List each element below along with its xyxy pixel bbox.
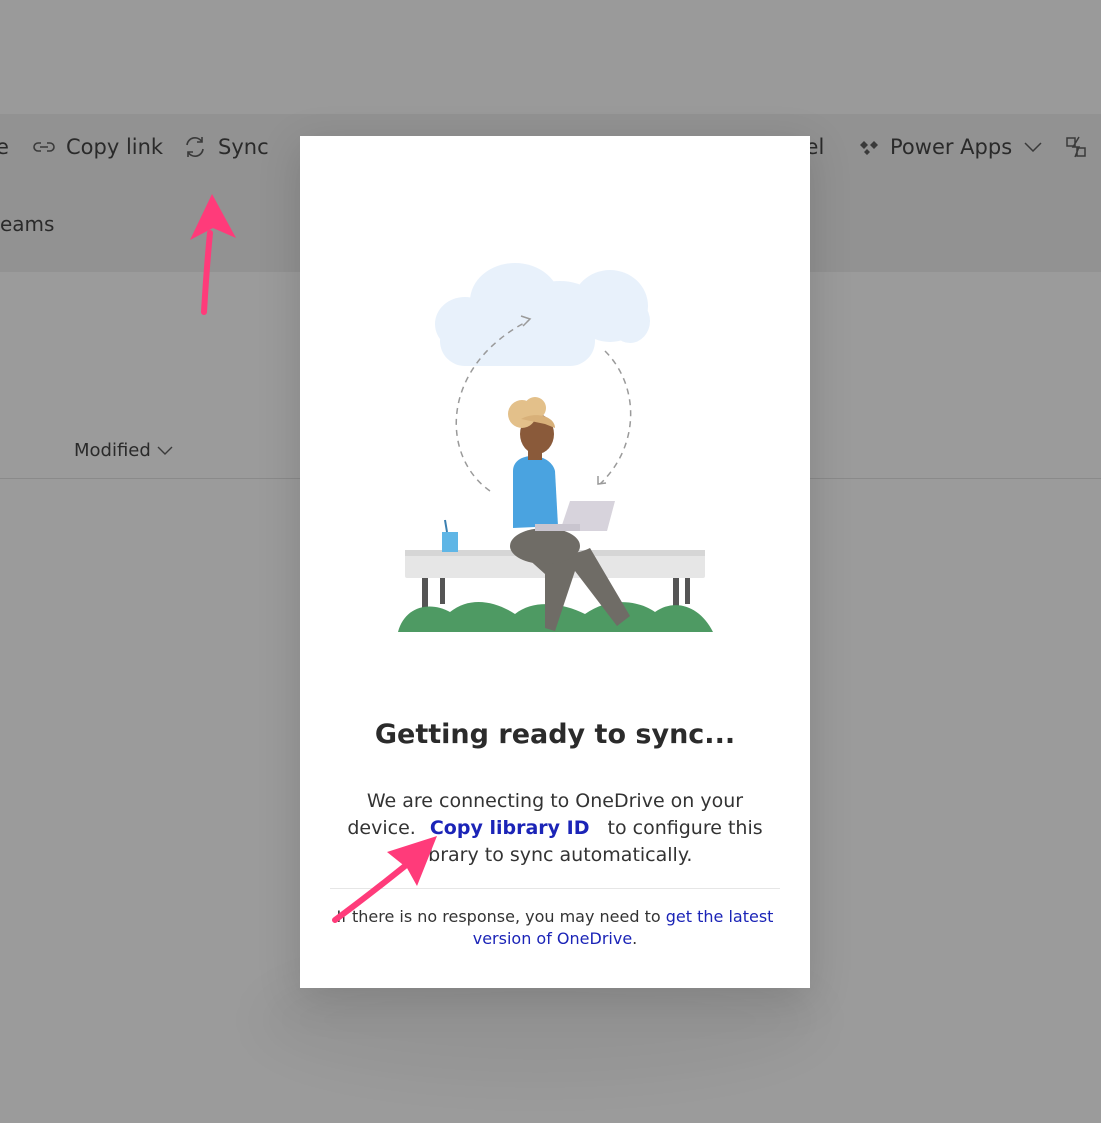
copy-library-id-link[interactable]: Copy library ID (430, 817, 590, 839)
annotation-arrow-up-icon (190, 194, 236, 315)
chevron-down-icon (1024, 142, 1042, 152)
chevron-down-icon (157, 440, 173, 461)
sync-label: Sync (218, 135, 269, 159)
power-apps-menu[interactable]: Power Apps (858, 133, 1042, 161)
sync-button[interactable]: Sync (182, 133, 269, 161)
power-automate-button[interactable] (1064, 133, 1100, 161)
power-automate-icon (1064, 135, 1090, 159)
annotation-arrow-diagonal-icon (332, 836, 437, 923)
modified-column-header[interactable]: Modified (74, 440, 173, 461)
share-label: e (0, 135, 9, 159)
sync-icon (182, 135, 208, 159)
copy-link-label: Copy link (66, 135, 164, 159)
link-icon (32, 139, 56, 155)
share-button-partial[interactable]: e (0, 133, 9, 161)
modified-label: Modified (74, 440, 151, 461)
cloud-icon (435, 263, 650, 366)
footer-period: . (632, 929, 638, 948)
suite-header (0, 0, 1101, 114)
copy-link-button[interactable]: Copy link (32, 133, 163, 161)
dialog-title: Getting ready to sync... (374, 719, 736, 750)
sync-illustration (398, 263, 713, 632)
power-apps-icon (858, 139, 880, 155)
power-apps-label: Power Apps (890, 135, 1013, 159)
teams-link-partial[interactable]: eams (0, 212, 54, 236)
